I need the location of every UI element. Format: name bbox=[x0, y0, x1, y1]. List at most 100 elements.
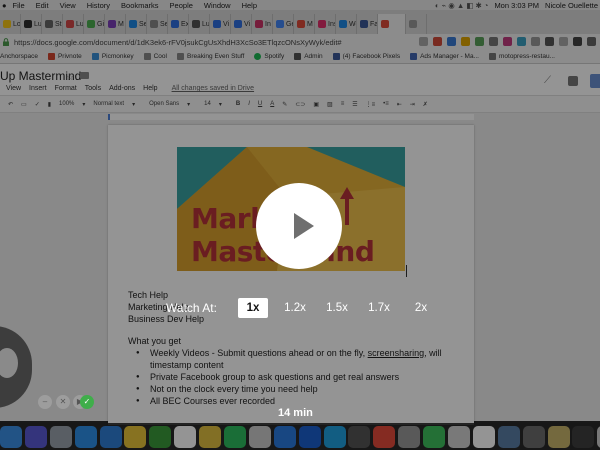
comment-icon[interactable]: ▣ bbox=[313, 101, 319, 108]
browser-tab[interactable]: In bbox=[252, 14, 273, 34]
safari-icon[interactable] bbox=[99, 425, 122, 448]
bookmark-item[interactable]: (4) Facebook Pixels bbox=[332, 53, 400, 60]
print-icon[interactable]: ▭ bbox=[21, 101, 27, 108]
docs-menu-help[interactable]: Help bbox=[143, 85, 157, 92]
font-select[interactable]: Open Sans bbox=[149, 101, 179, 107]
menu-edit[interactable]: Edit bbox=[36, 1, 49, 10]
browser-tab[interactable]: St bbox=[42, 14, 63, 34]
launchpad-icon[interactable] bbox=[49, 425, 72, 448]
style-select[interactable]: Normal text bbox=[93, 101, 124, 107]
extension-icon[interactable] bbox=[573, 37, 582, 46]
italic-button[interactable]: I bbox=[248, 101, 250, 107]
browser-tab[interactable]: M bbox=[105, 14, 126, 34]
browser-tab[interactable]: Wo bbox=[336, 14, 357, 34]
calendar-icon[interactable] bbox=[373, 425, 396, 448]
browser-tab[interactable]: Ge bbox=[273, 14, 294, 34]
check-icon[interactable]: ✓ bbox=[80, 395, 94, 409]
terminal-icon[interactable] bbox=[348, 425, 371, 448]
minimize-icon[interactable]: – bbox=[38, 395, 52, 409]
bookmark-item[interactable]: Admin bbox=[294, 53, 323, 60]
save-status[interactable]: All changes saved in Drive bbox=[172, 85, 255, 92]
window-icon[interactable] bbox=[572, 425, 595, 448]
speed-option-1x[interactable]: 1x bbox=[238, 298, 268, 318]
generic-app-icon[interactable] bbox=[298, 425, 321, 448]
browser-tab[interactable]: Vi bbox=[231, 14, 252, 34]
outdent-icon[interactable]: ⇤ bbox=[397, 101, 402, 108]
extension-icon[interactable] bbox=[489, 37, 498, 46]
bullet-item[interactable]: Weekly Videos - Submit questions ahead o… bbox=[136, 348, 442, 359]
browser-tab[interactable]: Lu bbox=[63, 14, 84, 34]
spellcheck-icon[interactable]: ✓ bbox=[35, 101, 40, 108]
tools-icon[interactable] bbox=[149, 425, 172, 448]
screen-icon[interactable] bbox=[398, 425, 421, 448]
browser-tab[interactable] bbox=[378, 14, 406, 34]
docs-menu-tools[interactable]: Tools bbox=[85, 85, 101, 92]
status-icons[interactable]: ◐ ⌁ ◉ ▲ ◧ ✱ ◔ bbox=[435, 1, 488, 10]
link-icon[interactable]: ⊂⊃ bbox=[295, 101, 305, 108]
docs-menu-insert[interactable]: Insert bbox=[29, 85, 47, 92]
play-button[interactable] bbox=[256, 183, 342, 269]
numbered-list-icon[interactable]: ⋮≡ bbox=[366, 101, 376, 108]
highlight-icon[interactable]: ✎ bbox=[282, 101, 287, 108]
docs-menu-format[interactable]: Format bbox=[55, 85, 77, 92]
speed-option-1-5x[interactable]: 1.5x bbox=[322, 298, 352, 318]
speed-option-1-7x[interactable]: 1.7x bbox=[364, 298, 394, 318]
generic-app-icon[interactable] bbox=[273, 425, 296, 448]
notes-icon[interactable] bbox=[124, 425, 147, 448]
screensharing-link[interactable]: screensharing bbox=[368, 348, 425, 358]
chrome-icon[interactable] bbox=[199, 425, 222, 448]
url-text[interactable]: https://docs.google.com/document/d/1dK3e… bbox=[14, 38, 342, 47]
bookmark-item[interactable]: Breaking Even Stuff bbox=[176, 53, 244, 60]
bullet-continuation[interactable]: timestamp content bbox=[150, 360, 224, 370]
finder-icon[interactable] bbox=[0, 425, 22, 448]
bookmark-item[interactable]: Picmonkey bbox=[91, 53, 134, 60]
folder-icon[interactable] bbox=[80, 72, 89, 79]
evernote-icon[interactable] bbox=[224, 425, 247, 448]
bookmark-item[interactable]: motopress-restau... bbox=[488, 53, 555, 60]
window-icon[interactable] bbox=[522, 425, 545, 448]
font-size-select[interactable]: 14 bbox=[204, 101, 211, 107]
address-bar[interactable]: https://docs.google.com/document/d/1dK3e… bbox=[0, 34, 600, 50]
menu-help[interactable]: Help bbox=[242, 1, 257, 10]
indent-icon[interactable]: ⇥ bbox=[410, 101, 415, 108]
extension-icon[interactable] bbox=[461, 37, 470, 46]
menu-window[interactable]: Window bbox=[204, 1, 231, 10]
extension-icon[interactable] bbox=[545, 37, 554, 46]
menu-history[interactable]: History bbox=[87, 1, 110, 10]
docs-menu-view[interactable]: View bbox=[6, 85, 21, 92]
extension-icon[interactable] bbox=[531, 37, 540, 46]
browser-tab[interactable]: Lu bbox=[21, 14, 42, 34]
photos-icon[interactable] bbox=[174, 425, 197, 448]
browser-tab[interactable]: Gi bbox=[84, 14, 105, 34]
paint-format-icon[interactable]: ▮ bbox=[48, 101, 51, 108]
browser-tab[interactable]: Vi bbox=[210, 14, 231, 34]
browser-tab[interactable]: Se bbox=[147, 14, 168, 34]
bookmark-item[interactable]: Anchorspace bbox=[0, 53, 38, 60]
bookmark-item[interactable]: Privnote bbox=[47, 53, 82, 60]
menu-file[interactable]: File bbox=[13, 1, 25, 10]
bookmark-item[interactable]: Cool bbox=[143, 53, 167, 60]
browser-tab[interactable]: Ex bbox=[168, 14, 189, 34]
browser-tab[interactable]: Se bbox=[126, 14, 147, 34]
star-icon[interactable]: ☆ bbox=[66, 72, 74, 83]
bookmark-item[interactable]: Ads Manager - Ma... bbox=[410, 53, 479, 60]
menu-view[interactable]: View bbox=[60, 1, 76, 10]
browser-tab[interactable] bbox=[406, 14, 427, 34]
apple-menu-icon[interactable]: ● bbox=[2, 1, 7, 10]
bulleted-list-icon[interactable]: •≡ bbox=[383, 101, 389, 107]
browser-tab[interactable]: Ins bbox=[315, 14, 336, 34]
text-color-button[interactable]: A bbox=[270, 101, 274, 107]
close-icon[interactable]: ✕ bbox=[56, 395, 70, 409]
window-icon[interactable] bbox=[547, 425, 570, 448]
menubar-clock[interactable]: Mon 3:03 PM bbox=[494, 1, 539, 10]
star-icon[interactable] bbox=[419, 37, 428, 46]
bullet-item[interactable]: Private Facebook group to ask questions … bbox=[136, 372, 399, 383]
align-left-icon[interactable]: ≡ bbox=[341, 101, 345, 107]
speed-option-1-2x[interactable]: 1.2x bbox=[280, 298, 310, 318]
zoom-select[interactable]: 100% bbox=[59, 101, 74, 107]
menubar-user[interactable]: Nicole Ouellette bbox=[545, 1, 598, 10]
browser-tab[interactable]: Lo bbox=[0, 14, 21, 34]
docs-menu-addons[interactable]: Add-ons bbox=[109, 85, 135, 92]
bullet-item[interactable]: Not on the clock every time you need hel… bbox=[136, 384, 318, 395]
image-icon[interactable]: ▨ bbox=[327, 101, 333, 108]
